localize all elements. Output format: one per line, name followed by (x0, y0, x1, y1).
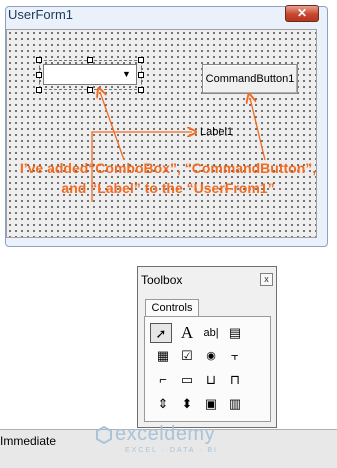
annotation-line-2: and “Label” to the “UserFrom1” (61, 180, 275, 196)
togglebutton-tool-icon[interactable]: ⫟ (224, 346, 246, 366)
textbox-tool-icon[interactable]: ab| (200, 323, 222, 343)
annotation-line-1: I’ve added“ComboBox”, “CommandButton”, (19, 160, 317, 176)
frame-tool-icon[interactable]: ⌐ (152, 370, 174, 390)
exceldemy-logo-icon (96, 426, 112, 444)
multipage-tool-icon[interactable]: ⊓ (224, 370, 246, 390)
checkbox-tool-icon[interactable]: ☑ (176, 346, 198, 366)
tabstrip-tool-icon[interactable]: ⊔ (200, 370, 222, 390)
listbox-tool-icon[interactable]: ▦ (152, 346, 174, 366)
scrollbar-tool-icon[interactable]: ⇕ (152, 394, 174, 414)
refedit-tool-icon[interactable]: ▥ (224, 394, 246, 414)
label-tool-icon[interactable]: A (176, 323, 198, 343)
annotation-text: I’ve added“ComboBox”, “CommandButton”, a… (8, 158, 328, 198)
select-objects-icon[interactable]: ➚ (150, 323, 172, 343)
immediate-label[interactable]: Immediate (0, 434, 56, 448)
toolbox-title: Toolbox (141, 273, 183, 287)
combobox-tool-icon[interactable]: ▤ (224, 323, 246, 343)
brand-watermark: exceldemy (115, 423, 216, 445)
spinbutton-tool-icon[interactable]: ⬍ (176, 394, 198, 414)
brand-tagline: EXCEL · DATA · BI (125, 447, 218, 454)
toolbox-close-button[interactable]: x (260, 273, 273, 286)
tab-controls[interactable]: Controls (145, 299, 199, 317)
commandbutton-tool-icon[interactable]: ▭ (176, 370, 198, 390)
optionbutton-tool-icon[interactable]: ◉ (200, 346, 222, 366)
image-tool-icon[interactable]: ▣ (200, 394, 222, 414)
